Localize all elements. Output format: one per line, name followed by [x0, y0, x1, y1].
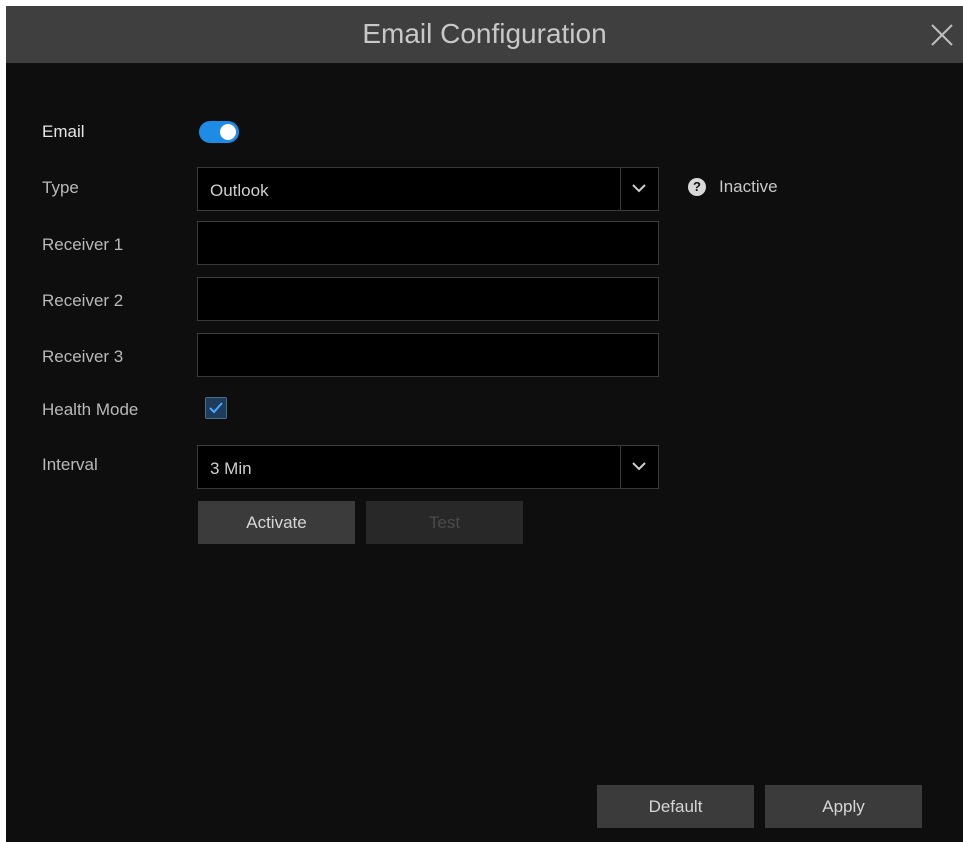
test-button[interactable]: Test: [366, 501, 523, 544]
receiver-1-label: Receiver 1: [42, 235, 124, 254]
receiver-2-input[interactable]: [198, 278, 658, 320]
type-dropdown-button[interactable]: [620, 168, 658, 210]
interval-select-value: 3 Min: [210, 459, 252, 478]
interval-select[interactable]: 3 Min: [197, 445, 659, 489]
checkmark-icon: [209, 402, 223, 414]
activate-button[interactable]: Activate: [198, 501, 355, 544]
type-select-value: Outlook: [210, 181, 269, 200]
chevron-down-icon: [632, 462, 646, 471]
close-button[interactable]: [923, 16, 961, 54]
health-mode-label: Health Mode: [42, 400, 139, 419]
close-icon: [931, 24, 953, 46]
type-label: Type: [42, 178, 79, 197]
email-toggle[interactable]: [199, 121, 239, 143]
apply-button[interactable]: Apply: [765, 785, 922, 828]
interval-dropdown-button[interactable]: [620, 446, 658, 488]
question-icon: ?: [688, 178, 706, 196]
chevron-down-icon: [632, 184, 646, 193]
receiver-3-input[interactable]: [198, 334, 658, 376]
title-bar: Email Configuration: [6, 6, 963, 63]
email-configuration-dialog: Email Configuration Email Type Outlook ?…: [6, 6, 963, 842]
receiver-3-field[interactable]: [197, 333, 659, 377]
receiver-2-field[interactable]: [197, 277, 659, 321]
email-label: Email: [42, 122, 85, 141]
type-select[interactable]: Outlook: [197, 167, 659, 211]
receiver-1-field[interactable]: [197, 221, 659, 265]
receiver-2-label: Receiver 2: [42, 291, 124, 310]
toggle-knob: [220, 124, 236, 140]
interval-label: Interval: [42, 455, 98, 474]
status-text: Inactive: [719, 177, 778, 196]
default-button[interactable]: Default: [597, 785, 754, 828]
receiver-1-input[interactable]: [198, 222, 658, 264]
dialog-title: Email Configuration: [362, 18, 607, 49]
receiver-3-label: Receiver 3: [42, 347, 124, 366]
health-mode-checkbox[interactable]: [205, 397, 227, 419]
